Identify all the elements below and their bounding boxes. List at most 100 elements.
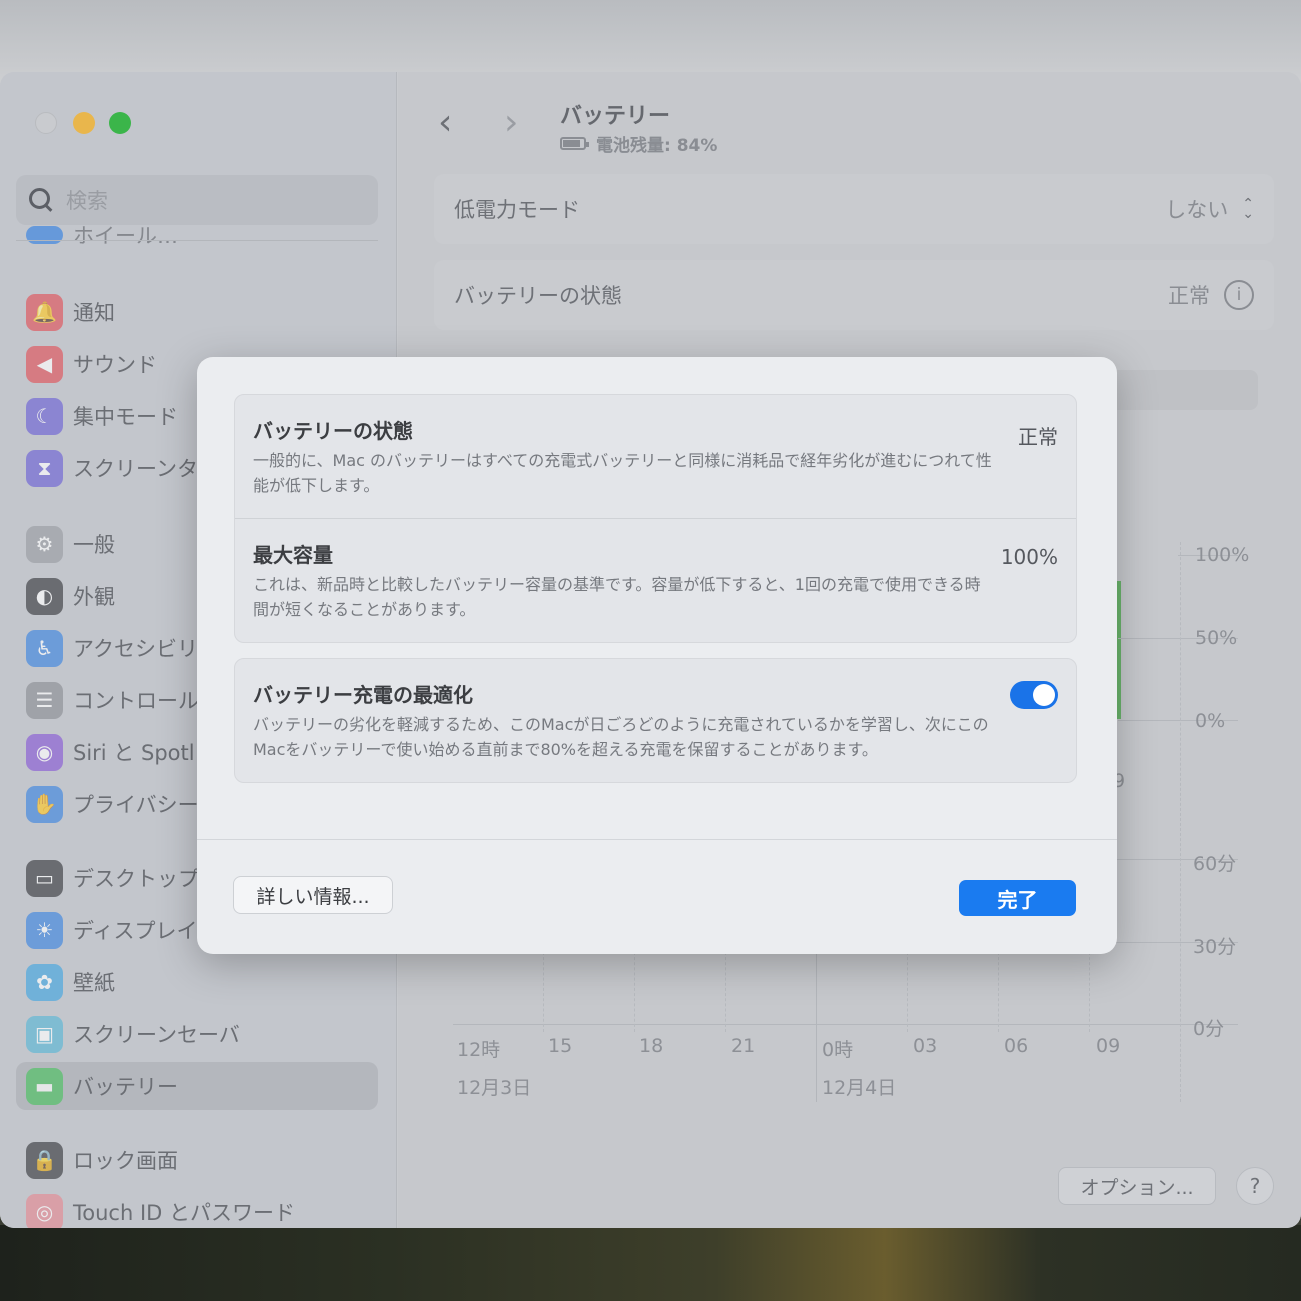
optimize-toggle[interactable]: [1010, 681, 1058, 709]
desktop-wallpaper: [0, 1225, 1301, 1301]
sheet-divider: [197, 839, 1117, 840]
close-button[interactable]: [35, 112, 57, 134]
display-icon: ☀: [26, 911, 63, 949]
low-power-value: しない: [1165, 198, 1229, 222]
battery-health-value: 正常: [1168, 284, 1210, 308]
more-info-button[interactable]: 詳しい情報...: [233, 876, 393, 914]
control-center-icon: ☰: [26, 681, 63, 719]
sidebar-item-label: バッテリー: [73, 1075, 178, 1099]
level-tick: 100%: [1195, 544, 1250, 566]
sidebar-item[interactable]: 🔒 ロック画面: [16, 1136, 378, 1184]
moon-icon: ☾: [26, 397, 63, 435]
sidebar-item-label: サウンド: [73, 353, 157, 377]
screensaver-icon: ▣: [26, 1015, 63, 1053]
page-title: バッテリー: [560, 104, 671, 129]
sidebar-item-label: デスクトップ: [73, 867, 199, 891]
search-field[interactable]: 検索: [16, 175, 378, 225]
segment-control[interactable]: [1098, 370, 1258, 410]
low-power-row: 低電力モード しない ⌃ ⌄: [434, 174, 1274, 244]
sidebar-item-label: Touch ID とパスワード: [73, 1201, 295, 1225]
usage-tick: 60分: [1193, 853, 1237, 875]
gridline: [1180, 542, 1181, 1102]
info-icon[interactable]: i: [1224, 280, 1254, 310]
health-group: バッテリーの状態 正常 一般的に、Mac のバッテリーはすべての充電式バッテリー…: [234, 394, 1077, 643]
sidebar-item-label: 壁紙: [73, 971, 115, 995]
sidebar-item[interactable]: ▣ スクリーンセーバ: [16, 1010, 378, 1058]
bell-icon: 🔔: [26, 293, 63, 331]
sidebar-item-label: スクリーンタ: [73, 457, 198, 481]
x-tick: 15: [548, 1035, 573, 1057]
capacity-title: 最大容量: [253, 543, 333, 567]
gridline: [634, 952, 635, 1032]
sidebar-item[interactable]: ✿ 壁紙: [16, 958, 378, 1006]
x-tick: 06: [1004, 1035, 1029, 1057]
search-placeholder: 検索: [66, 189, 108, 213]
x-tick: 0時: [822, 1039, 854, 1061]
date-label: 12月3日: [457, 1077, 532, 1099]
gear-icon: ⚙: [26, 525, 63, 563]
sidebar-item-label: コントロール: [73, 689, 199, 713]
optimize-item: バッテリー充電の最適化 バッテリーの劣化を軽減するため、このMacが日ごろどのよ…: [235, 659, 1076, 782]
gridline: [998, 952, 999, 1032]
x-tick: 18: [639, 1035, 664, 1057]
level-tick: 50%: [1195, 627, 1238, 649]
minimize-button[interactable]: [73, 112, 95, 134]
gridline: [725, 952, 726, 1032]
gridline: [543, 952, 544, 1032]
battery-icon: ▬: [26, 1067, 63, 1105]
sidebar-item[interactable]: ◎ Touch ID とパスワード: [16, 1188, 378, 1228]
capacity-value: 100%: [1000, 545, 1058, 569]
hand-icon: ✋: [26, 785, 63, 823]
sidebar-item-label: 一般: [73, 533, 115, 557]
back-arrow-icon[interactable]: ‹: [438, 102, 452, 143]
date-label: 12月4日: [822, 1077, 897, 1099]
search-icon: [28, 187, 54, 213]
optimize-description: バッテリーの劣化を軽減するため、このMacが日ごろどのように充電されているかを学…: [253, 715, 989, 759]
health-item: バッテリーの状態 正常 一般的に、Mac のバッテリーはすべての充電式バッテリー…: [235, 395, 1076, 518]
x-tick: 12時: [457, 1039, 501, 1061]
gridline: [907, 952, 908, 1032]
battery-health-label: バッテリーの状態: [454, 284, 622, 308]
lock-icon: 🔒: [26, 1141, 63, 1179]
toggle-knob: [1033, 684, 1055, 706]
sidebar-divider: [16, 240, 378, 241]
battery-level-text: 電池残量: 84%: [596, 136, 718, 156]
low-power-label: 低電力モード: [454, 198, 580, 222]
siri-icon: ◉: [26, 733, 63, 771]
sidebar-item-partial[interactable]: ホイール…: [16, 220, 378, 250]
level-tick: 0%: [1195, 710, 1226, 732]
optimize-group: バッテリー充電の最適化 バッテリーの劣化を軽減するため、このMacが日ごろどのよ…: [234, 658, 1077, 783]
chevron-updown-icon: ⌃ ⌄: [1242, 196, 1254, 222]
battery-icon: [560, 137, 589, 150]
sidebar-item-label: Siri と Spotl: [73, 741, 195, 765]
help-button[interactable]: ?: [1236, 1167, 1274, 1205]
capacity-description: これは、新品時と比較したバッテリー容量の基準です。容量が低下すると、1回の充電で…: [253, 575, 981, 619]
speaker-icon: ◀: [26, 345, 63, 383]
health-description: 一般的に、Mac のバッテリーはすべての充電式バッテリーと同様に消耗品で経年劣化…: [253, 451, 992, 495]
sidebar-item-label: 通知: [73, 301, 115, 325]
sidebar-item-label: 外観: [73, 585, 115, 609]
sidebar-item[interactable]: ▬ バッテリー: [16, 1062, 378, 1110]
zoom-button[interactable]: [109, 112, 131, 134]
done-button[interactable]: 完了: [959, 880, 1076, 916]
desktop-icon: ▭: [26, 859, 63, 897]
gridline: [1089, 952, 1090, 1032]
sidebar-item-label: プライバシー: [73, 793, 199, 817]
accessibility-icon: ♿: [26, 629, 63, 667]
capacity-item: 最大容量 100% これは、新品時と比較したバッテリー容量の基準です。容量が低下…: [235, 518, 1076, 642]
forward-arrow-icon[interactable]: ›: [504, 102, 518, 143]
battery-health-sheet: バッテリーの状態 正常 一般的に、Mac のバッテリーはすべての充電式バッテリー…: [197, 357, 1117, 954]
day-divider: [816, 952, 817, 1102]
wallpaper-icon: ✿: [26, 963, 63, 1001]
battery-status: 電池残量: 84%: [560, 131, 717, 156]
sidebar-item-label: ディスプレイ: [73, 919, 198, 943]
battery-health-row: バッテリーの状態 正常 i: [434, 260, 1274, 330]
low-power-popup[interactable]: しない ⌃ ⌄: [1165, 194, 1254, 224]
fingerprint-icon: ◎: [26, 1193, 63, 1228]
sidebar-item[interactable]: 🔔 通知: [16, 288, 378, 336]
options-button[interactable]: オプション...: [1058, 1167, 1216, 1205]
sidebar-item-label: ホイール…: [73, 224, 178, 248]
hourglass-icon: ⧗: [26, 449, 63, 487]
sidebar-item-label: スクリーンセーバ: [73, 1023, 240, 1047]
wheel-icon: [26, 226, 63, 244]
